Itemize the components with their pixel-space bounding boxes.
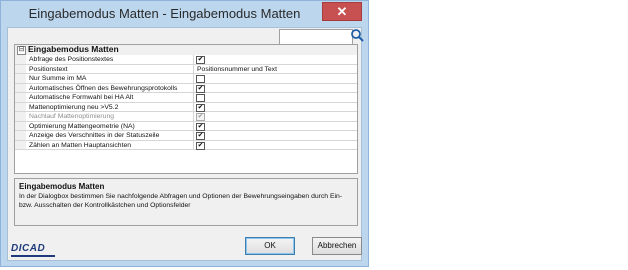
row-gutter bbox=[15, 83, 26, 92]
logo-underline bbox=[11, 255, 55, 257]
category-label: Eingabemodus Matten bbox=[28, 44, 119, 54]
row-gutter bbox=[15, 55, 26, 64]
property-checkbox[interactable]: ✔ bbox=[196, 132, 205, 140]
window-title: Eingabemodus Matten - Eingabemodus Matte… bbox=[28, 6, 301, 21]
description-title: Eingabemodus Matten bbox=[19, 182, 105, 191]
dialog-window: Eingabemodus Matten - Eingabemodus Matte… bbox=[0, 0, 369, 267]
property-row[interactable]: Positionstext Positionsnummer und Text bbox=[15, 64, 357, 74]
row-gutter bbox=[15, 102, 26, 111]
property-name: Automatisches Öffnen des Bewehrungsproto… bbox=[27, 83, 194, 92]
property-row[interactable]: Automatisches Öffnen des Bewehrungsproto… bbox=[15, 83, 357, 93]
property-row[interactable]: Nachlauf Mattenoptimierung ✔ bbox=[15, 112, 357, 122]
row-gutter bbox=[15, 74, 26, 83]
close-button[interactable]: ✕ bbox=[322, 2, 362, 21]
property-row[interactable]: Zählen an Matten Hauptansichten ✔ bbox=[15, 140, 357, 150]
property-checkbox[interactable]: ✔ bbox=[196, 103, 205, 112]
property-value[interactable]: Positionsnummer und Text bbox=[195, 65, 357, 74]
property-row[interactable]: Automatische Formwahl bei HA Alt bbox=[15, 93, 357, 103]
property-grid: ⊟ Eingabemodus Matten Abfrage des Positi… bbox=[14, 44, 358, 174]
row-gutter bbox=[15, 64, 26, 73]
property-checkbox[interactable]: ✔ bbox=[196, 141, 205, 150]
description-panel: Eingabemodus Matten In der Dialogbox bes… bbox=[14, 178, 358, 226]
property-row[interactable]: Mattenoptimierung neu >V5.2 ✔ bbox=[15, 102, 357, 112]
property-name: Abfrage des Positionstextes bbox=[27, 55, 194, 64]
row-gutter bbox=[15, 121, 26, 130]
close-icon: ✕ bbox=[336, 4, 348, 19]
row-gutter bbox=[15, 112, 26, 121]
property-rows: Abfrage des Positionstextes ✔ Positionstex… bbox=[15, 55, 357, 150]
property-checkbox: ✔ bbox=[196, 113, 205, 121]
category-row[interactable]: ⊟ Eingabemodus Matten bbox=[15, 44, 357, 55]
cancel-button[interactable]: Abbrechen bbox=[312, 237, 362, 255]
property-row[interactable]: Anzeige des Verschnittes in der Statusze… bbox=[15, 131, 357, 141]
property-name: Automatische Formwahl bei HA Alt bbox=[27, 93, 194, 102]
property-checkbox[interactable]: ✔ bbox=[196, 122, 205, 131]
property-checkbox[interactable] bbox=[196, 94, 205, 102]
search-icon[interactable] bbox=[350, 28, 364, 42]
property-name: Mattenoptimierung neu >V5.2 bbox=[27, 102, 194, 111]
property-row[interactable]: Abfrage des Positionstextes ✔ bbox=[15, 55, 357, 65]
property-name: Positionstext bbox=[27, 64, 194, 73]
property-checkbox[interactable]: ✔ bbox=[196, 56, 205, 64]
property-name: Nur Summe im MA bbox=[27, 74, 194, 83]
property-name: Anzeige des Verschnittes in der Statusze… bbox=[27, 131, 194, 140]
property-row[interactable]: Nur Summe im MA bbox=[15, 74, 357, 84]
ok-button[interactable]: OK bbox=[245, 237, 295, 255]
property-name: Optimierung Mattengeometrie (NA) bbox=[27, 121, 194, 130]
property-name: Zählen an Matten Hauptansichten bbox=[27, 140, 194, 149]
row-gutter bbox=[15, 140, 26, 149]
row-gutter bbox=[15, 93, 26, 102]
dialog-client-area: ⊟ Eingabemodus Matten Abfrage des Positi… bbox=[7, 27, 364, 261]
property-checkbox[interactable]: ✔ bbox=[196, 84, 205, 93]
collapse-icon[interactable]: ⊟ bbox=[17, 46, 26, 55]
description-text: In der Dialogbox bestimmen Sie nachfolge… bbox=[19, 193, 343, 209]
property-name: Nachlauf Mattenoptimierung bbox=[27, 112, 194, 121]
row-gutter bbox=[15, 131, 26, 140]
dicad-logo: DICAD bbox=[11, 243, 57, 259]
property-checkbox[interactable] bbox=[196, 75, 205, 83]
title-bar[interactable]: Eingabemodus Matten - Eingabemodus Matte… bbox=[1, 1, 368, 27]
property-row[interactable]: Optimierung Mattengeometrie (NA) ✔ bbox=[15, 121, 357, 131]
logo-text: DICAD bbox=[11, 243, 46, 254]
